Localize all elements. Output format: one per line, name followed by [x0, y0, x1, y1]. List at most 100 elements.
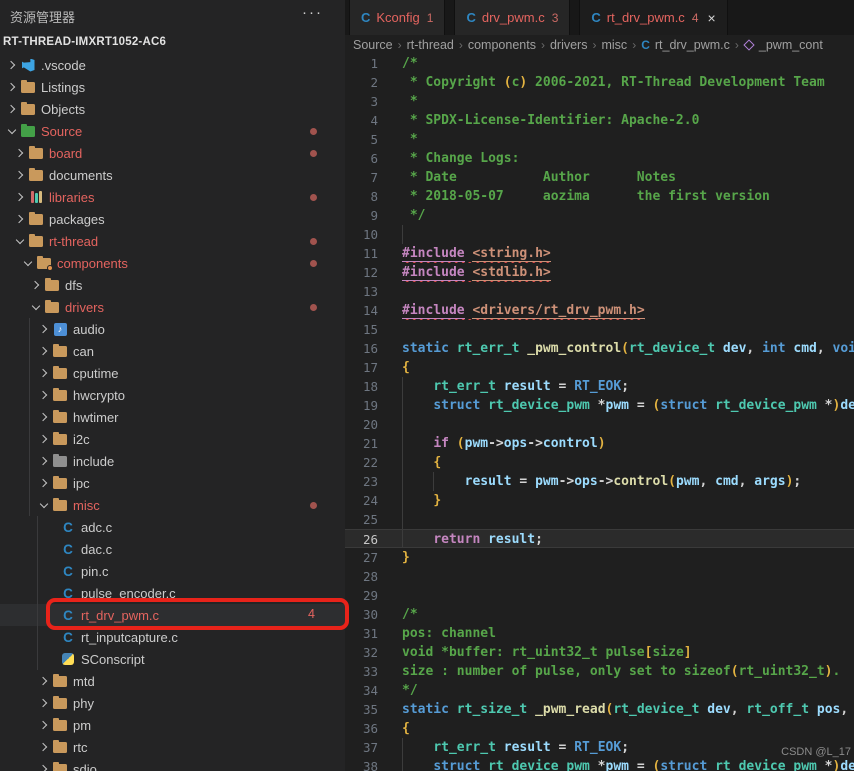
code-token: dev: [722, 341, 747, 356]
tree-item-libraries[interactable]: libraries: [0, 186, 345, 208]
folder-icon: [53, 475, 67, 489]
more-actions-icon[interactable]: ···: [302, 4, 323, 21]
code-line-text: {: [378, 358, 854, 377]
watermark: CSDN @L_17: [781, 746, 851, 758]
tree-item-label: board: [49, 145, 83, 161]
book-bar: [30, 191, 34, 203]
tree-item-label: hwcrypto: [73, 387, 126, 403]
tab-kconfig[interactable]: C Kconfig 1: [349, 0, 446, 35]
tree-item-pin-c[interactable]: Cpin.c: [0, 560, 345, 582]
code-token: result: [503, 379, 551, 394]
code-line-text: [378, 415, 854, 434]
folder-icon: [53, 739, 67, 753]
tree-item-documents[interactable]: documents: [0, 164, 345, 186]
code-line: 26 return result;: [345, 529, 854, 548]
tree-item-label: .vscode: [41, 57, 86, 73]
tree-item-objects[interactable]: Objects: [0, 98, 345, 120]
code-line-text: rt_err_t result = RT_EOK;: [378, 377, 854, 396]
indent-guide: [402, 738, 403, 757]
code-token: */: [402, 683, 418, 698]
tree-item-dfs[interactable]: dfs: [0, 274, 345, 296]
code-token: /*: [402, 56, 418, 71]
line-number: 14: [362, 303, 378, 318]
chevron-slot: [36, 324, 52, 334]
code-token: *: [816, 759, 833, 771]
tree-item-packages[interactable]: packages: [0, 208, 345, 230]
tab-rt-drv-pwm-c[interactable]: Crt_drv_pwm.c 4 ×: [579, 0, 728, 35]
icon-slot: [52, 343, 68, 357]
tree-item-drivers[interactable]: drivers: [0, 296, 345, 318]
modified-dot: [310, 502, 317, 509]
code-token: =: [629, 398, 653, 413]
code-token: ): [597, 436, 606, 451]
tree-item-include[interactable]: include: [0, 450, 345, 472]
tree-item-hwcrypto[interactable]: hwcrypto: [0, 384, 345, 406]
code-token: ,: [699, 474, 716, 489]
tree-item-rtc[interactable]: rtc: [0, 736, 345, 758]
tree-item-mtd[interactable]: mtd: [0, 670, 345, 692]
icon-slot: [52, 475, 68, 489]
breadcrumb-separator-icon: ›: [592, 37, 597, 52]
tree-item-hwtimer[interactable]: hwtimer: [0, 406, 345, 428]
line-number: 17: [362, 360, 378, 375]
folder-icon: [21, 79, 35, 93]
tab-bar: C Kconfig 1 Cdrv_pwm.c 3 Crt_drv_pwm.c 4 ×: [345, 0, 854, 35]
code-line: 11 #include <string.h>: [345, 244, 854, 263]
breadcrumb-item[interactable]: _pwm_cont: [759, 38, 823, 52]
close-icon[interactable]: ×: [708, 10, 716, 26]
tree-item-dac-c[interactable]: Cdac.c: [0, 538, 345, 560]
tree-item-sdio[interactable]: sdio: [0, 758, 345, 771]
breadcrumb-item[interactable]: rt_drv_pwm.c: [655, 38, 730, 52]
code-line-text: #include <drivers/rt_drv_pwm.h>: [378, 301, 854, 320]
chevron-slot: [20, 257, 36, 266]
tree-item-rt-thread[interactable]: rt-thread: [0, 230, 345, 252]
code-token: _pwm_read: [535, 702, 606, 717]
tree-item-adc-c[interactable]: Cadc.c: [0, 516, 345, 538]
breadcrumb-item[interactable]: rt-thread: [407, 38, 454, 52]
code-token: {: [402, 721, 410, 736]
chevron-right-icon: [6, 60, 16, 70]
tree-item-listings[interactable]: Listings: [0, 76, 345, 98]
folder-icon: [53, 409, 67, 423]
line-number: 20: [362, 417, 378, 432]
modified-dot: [310, 150, 317, 157]
tree-item-audio[interactable]: ♪ audio: [0, 318, 345, 340]
components-folder-icon: [37, 255, 53, 271]
breadcrumb-separator-icon: ›: [458, 37, 463, 52]
breadcrumb-item[interactable]: components: [468, 38, 536, 52]
tree-item-sconscript[interactable]: SConscript: [0, 648, 345, 670]
tree-item-label: Listings: [41, 79, 86, 95]
tree-item-i2c[interactable]: i2c: [0, 428, 345, 450]
tab-label: Kconfig: [376, 10, 420, 25]
tree-item-misc[interactable]: misc: [0, 494, 345, 516]
project-section-header[interactable]: RT-THREAD-IMXRT1052-AC6: [3, 36, 166, 48]
tree-item--vscode[interactable]: .vscode: [0, 54, 345, 76]
tree-item-source[interactable]: Source: [0, 120, 345, 142]
code-editor[interactable]: 1 /* 2 * Copyright (c) 2006-2021, RT-Threa…: [345, 54, 854, 771]
breadcrumb-item[interactable]: drivers: [550, 38, 588, 52]
tab-drv-pwm-c[interactable]: Cdrv_pwm.c 3: [454, 0, 571, 35]
tree-item-pm[interactable]: pm: [0, 714, 345, 736]
tree-item-cputime[interactable]: cputime: [0, 362, 345, 384]
tree-item-ipc[interactable]: ipc: [0, 472, 345, 494]
chevron-right-icon: [14, 170, 24, 180]
code-line: 13: [345, 282, 854, 301]
code-token: rt_device_pwm: [715, 759, 817, 771]
code-token: * Copyright: [402, 75, 504, 90]
breadcrumb-item[interactable]: misc: [601, 38, 627, 52]
code-line: 8 * 2018-05-07 aozima the first version: [345, 187, 854, 206]
tree-item-components[interactable]: components: [0, 252, 345, 274]
line-number: 36: [362, 721, 378, 736]
tree-item-board[interactable]: board: [0, 142, 345, 164]
tree-item-phy[interactable]: phy: [0, 692, 345, 714]
line-number: 33: [362, 664, 378, 679]
icon-slot: [52, 673, 68, 687]
code-token: pwm: [535, 474, 559, 489]
chevron-right-icon: [38, 434, 48, 444]
tree-item-can[interactable]: can: [0, 340, 345, 362]
chevron-right-icon: [38, 346, 48, 356]
breadcrumb-item[interactable]: Source: [353, 38, 393, 52]
